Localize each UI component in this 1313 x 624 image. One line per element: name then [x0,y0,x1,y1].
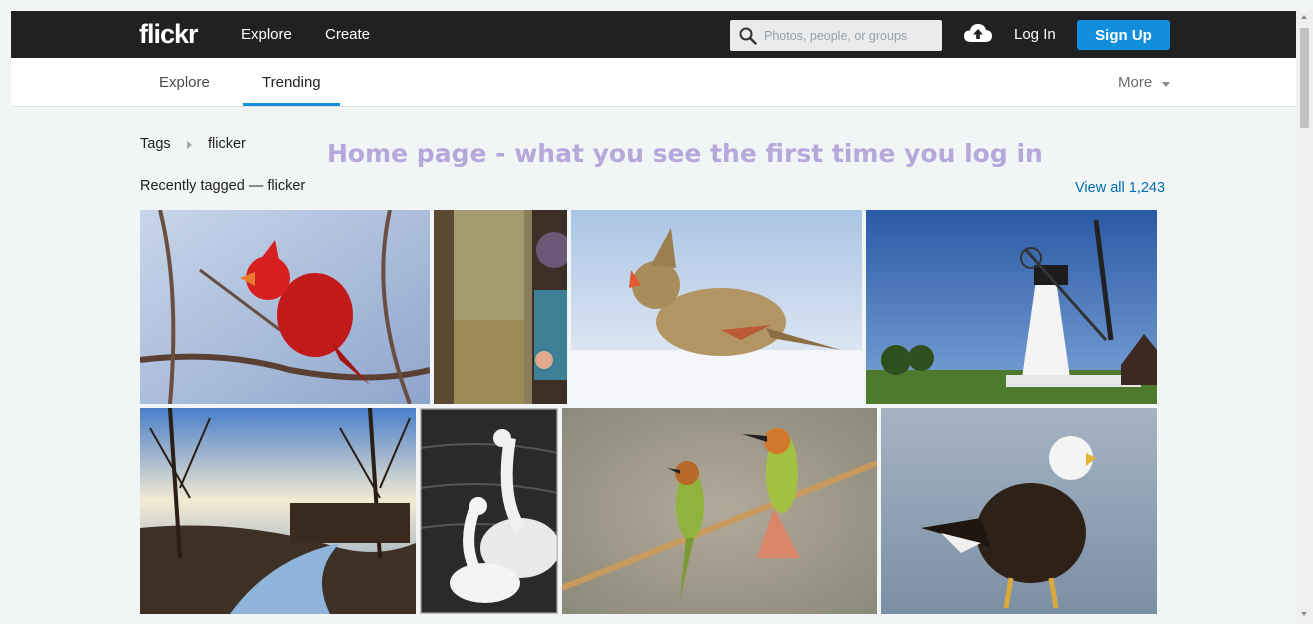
breadcrumb-current-tag: flicker [208,136,246,152]
photo-bald-eagle[interactable] [881,408,1157,614]
breadcrumb-arrow-icon [187,141,192,149]
photo-bee-eaters[interactable] [562,408,877,614]
photo-red-cardinal[interactable] [140,210,430,404]
section-title: Recently tagged — flicker [140,178,306,194]
photo-painting-with-child[interactable] [434,210,567,404]
tab-trending[interactable]: Trending [262,74,321,91]
search-box[interactable] [730,20,942,51]
view-all-link[interactable]: View all 1,243 [1075,180,1165,196]
photo-windmill[interactable] [866,210,1157,404]
nav-create-link[interactable]: Create [325,26,370,43]
more-menu[interactable]: More [1118,74,1152,91]
search-icon [739,27,757,45]
top-navbar: flickr Explore Create Log In Sign Up [11,11,1296,58]
caret-down-icon[interactable] [1162,82,1170,87]
sub-navbar: Explore Trending More [11,58,1296,107]
nav-explore-link[interactable]: Explore [241,26,292,43]
active-tab-indicator [243,103,340,106]
tab-explore[interactable]: Explore [159,74,210,91]
page-scrollbar[interactable] [1296,11,1313,624]
breadcrumb-tags-link[interactable]: Tags [140,136,171,152]
flickr-logo[interactable]: flickr [139,19,199,50]
scroll-up-arrow-icon[interactable] [1301,15,1307,19]
photo-winter-creek[interactable] [140,408,416,614]
signup-button[interactable]: Sign Up [1077,20,1170,50]
upload-cloud-icon[interactable] [963,22,993,44]
scroll-down-arrow-icon[interactable] [1301,612,1307,616]
photo-swans[interactable] [420,408,558,614]
photo-female-cardinal-in-snow[interactable] [571,210,862,404]
login-link[interactable]: Log In [1014,26,1056,43]
search-input[interactable] [764,20,936,51]
scrollbar-thumb[interactable] [1300,28,1309,128]
annotation-overlay-text: Home page - what you see the first time … [327,139,1043,168]
